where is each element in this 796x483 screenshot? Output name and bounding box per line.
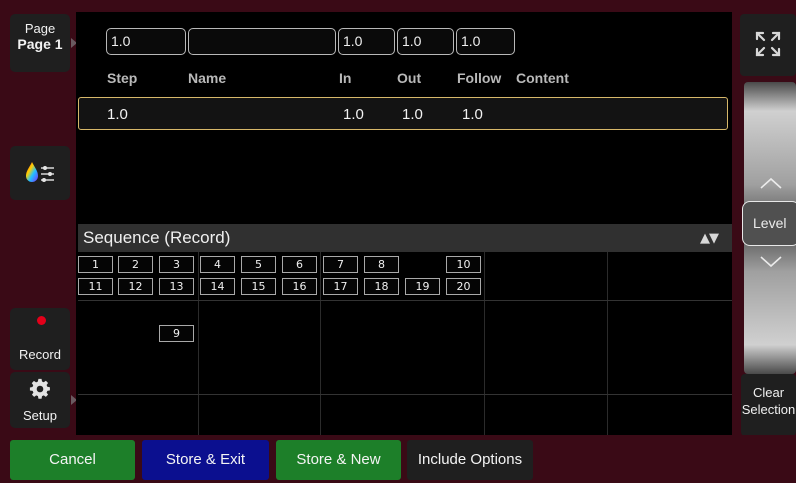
clear-label-2: Selection	[741, 402, 796, 417]
cue-6[interactable]: 6	[282, 256, 317, 273]
out-field[interactable]: 1.0	[397, 28, 454, 55]
level-down-icon	[760, 256, 782, 268]
clear-label-1: Clear	[752, 385, 785, 400]
cue-7[interactable]: 7	[323, 256, 358, 273]
cue-17[interactable]: 17	[323, 278, 358, 295]
store-new-button[interactable]: Store & New	[276, 440, 401, 480]
cancel-button[interactable]: Cancel	[10, 440, 135, 480]
grid-line	[320, 252, 321, 435]
sequence-title: Sequence (Record)	[83, 228, 231, 247]
name-header: Name	[188, 70, 227, 86]
setup-button[interactable]: Setup	[10, 372, 77, 428]
record-indicator-icon	[37, 316, 46, 325]
cue-5[interactable]: 5	[241, 256, 276, 273]
include-options-button[interactable]: Include Options	[407, 440, 533, 480]
row-step: 1.0	[107, 106, 128, 123]
cue-15[interactable]: 15	[241, 278, 276, 295]
grid-line	[607, 252, 608, 435]
cue-19[interactable]: 19	[405, 278, 440, 295]
name-field[interactable]	[188, 28, 336, 55]
in-header: In	[339, 70, 352, 86]
in-field[interactable]: 1.0	[338, 28, 395, 55]
store-exit-button[interactable]: Store & Exit	[142, 440, 269, 480]
page-button[interactable]: Page Page 1	[10, 14, 77, 72]
follow-field[interactable]: 1.0	[456, 28, 515, 55]
bottom-toolbar: Cancel Store & Exit Store & New Include …	[0, 435, 796, 483]
cue-12[interactable]: 12	[118, 278, 153, 295]
level-up-icon	[760, 177, 782, 189]
sequence-header: Sequence (Record) ▲▼	[78, 224, 732, 252]
level-handle[interactable]: Level	[742, 201, 796, 246]
main-area: 1.0 1.0 1.0 1.0 Step Name In Out Follow …	[76, 12, 732, 435]
cue-18[interactable]: 18	[364, 278, 399, 295]
cue-1[interactable]: 1	[78, 256, 113, 273]
grid-line	[78, 300, 732, 301]
color-picker-button[interactable]	[10, 146, 70, 200]
row-out: 1.0	[402, 106, 423, 123]
row-in: 1.0	[343, 106, 364, 123]
step-field[interactable]: 1.0	[106, 28, 186, 55]
record-button[interactable]: Record	[10, 308, 70, 370]
level-label: Level	[753, 215, 787, 231]
content-header: Content	[516, 70, 569, 86]
step-header: Step	[107, 70, 138, 86]
color-picker-icon	[26, 162, 54, 182]
clear-selection-button[interactable]: Clear Selection	[741, 374, 796, 436]
cue-3[interactable]: 3	[159, 256, 194, 273]
follow-header: Follow	[457, 70, 502, 86]
cue-8[interactable]: 8	[364, 256, 399, 273]
record-label: Record	[19, 347, 61, 362]
cue-10[interactable]: 10	[446, 256, 481, 273]
selected-step-row[interactable]: 1.0 1.0 1.0 1.0	[78, 97, 728, 130]
grid-line	[198, 252, 199, 435]
page-value: Page 1	[17, 36, 63, 52]
sort-arrows-icon[interactable]: ▲▼	[700, 231, 719, 246]
cue-2[interactable]: 2	[118, 256, 153, 273]
out-header: Out	[397, 70, 422, 86]
gear-icon	[29, 378, 50, 399]
cue-16[interactable]: 16	[282, 278, 317, 295]
left-sidebar: Page Page 1 Record Setup	[0, 0, 77, 435]
cue-4[interactable]: 4	[200, 256, 235, 273]
row-follow: 1.0	[462, 106, 483, 123]
fullscreen-button[interactable]	[740, 14, 796, 76]
setup-label: Setup	[23, 408, 57, 423]
cue-20[interactable]: 20	[446, 278, 481, 295]
grid-line	[78, 394, 732, 395]
cue-11[interactable]: 11	[78, 278, 113, 295]
right-panel: Level Clear Selection	[738, 12, 796, 436]
page-label: Page	[24, 21, 56, 36]
fullscreen-icon	[755, 31, 781, 57]
sequence-grid: 1 2 3 4 5 6 7 8 10 11 12 13 14 15 16 17 …	[78, 252, 732, 435]
grid-line	[484, 252, 485, 435]
cue-13[interactable]: 13	[159, 278, 194, 295]
cue-9[interactable]: 9	[159, 325, 194, 342]
cue-14[interactable]: 14	[200, 278, 235, 295]
